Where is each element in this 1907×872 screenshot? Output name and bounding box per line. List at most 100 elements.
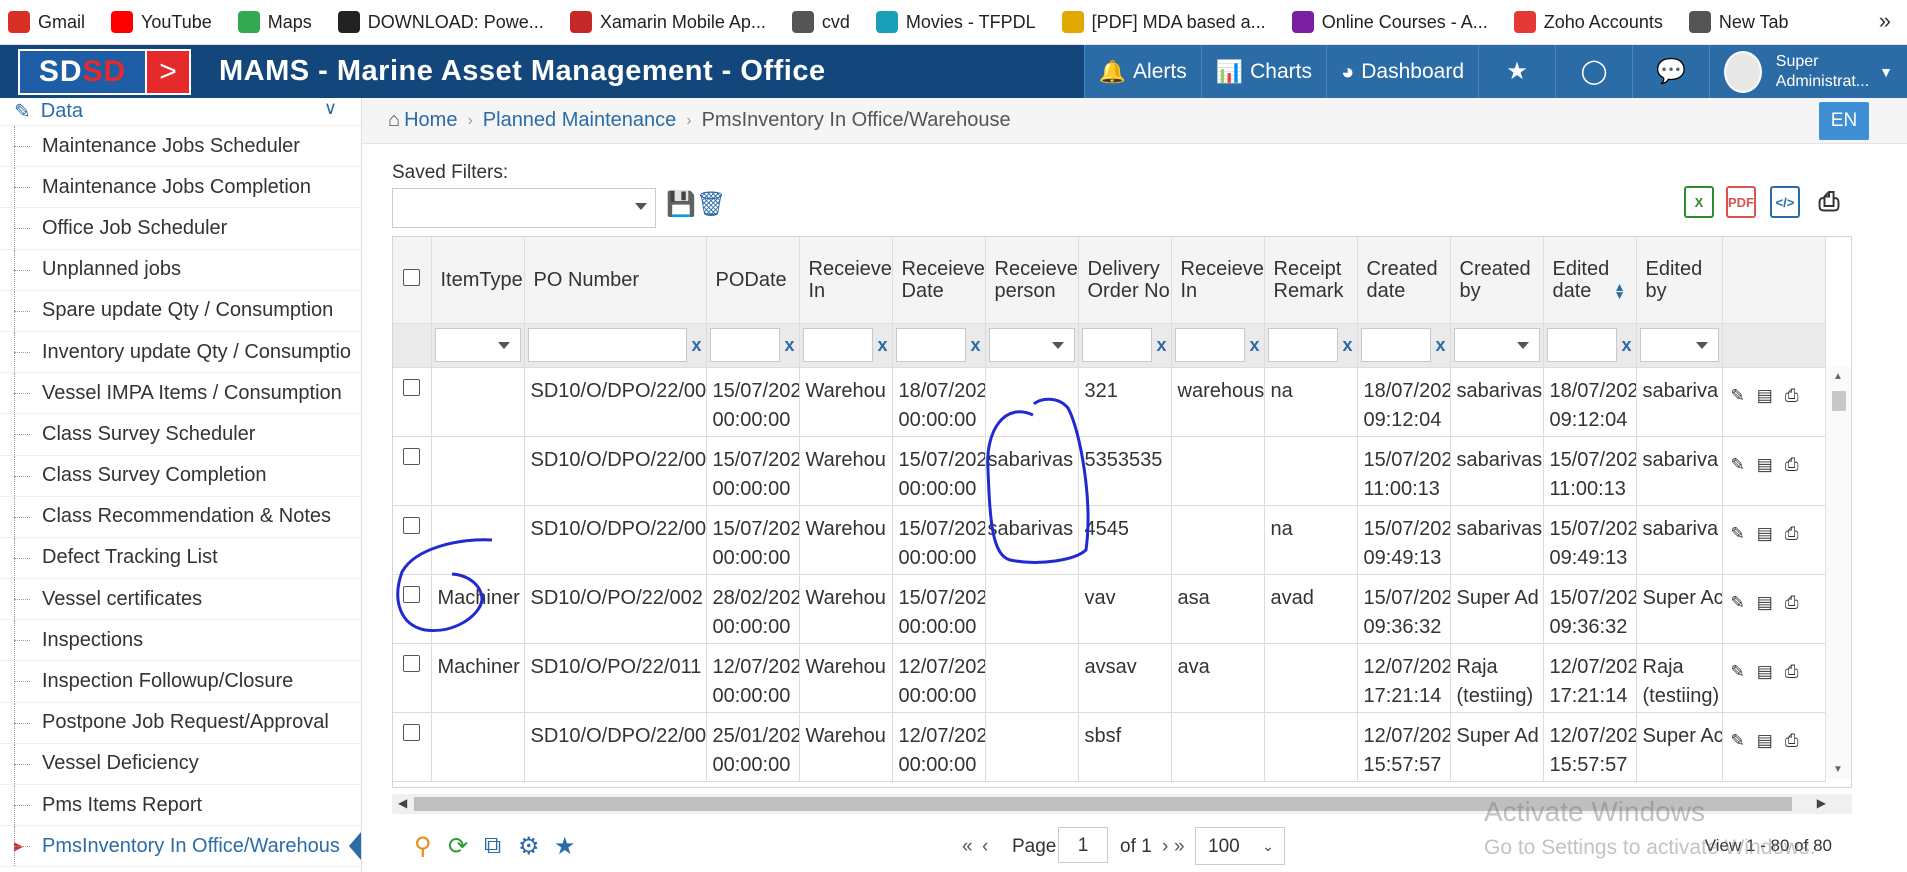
table-row[interactable]: SD10/O/DPO/22/00 15/07/202 00:00:00 Warehou…	[393, 367, 1826, 437]
clear-filter-button[interactable]: x	[1621, 335, 1631, 355]
column-header[interactable]: Receieve In	[799, 237, 893, 324]
details-icon[interactable]: ▤	[1757, 519, 1773, 548]
print-icon[interactable]: ⎙	[1785, 657, 1799, 686]
scroll-left-icon[interactable]: ◀	[398, 796, 407, 810]
export-pdf-icon[interactable]: PDF	[1726, 186, 1756, 218]
table-row[interactable]: Machiner SD10/O/PO/22/011 12/07/202 00:00:0…	[393, 643, 1826, 713]
print-icon[interactable]: ⎙	[1785, 588, 1799, 617]
filter-input[interactable]	[1082, 328, 1153, 362]
column-header[interactable]: ItemType	[431, 237, 525, 324]
copy-icon[interactable]: ⧉	[484, 832, 501, 860]
column-header[interactable]: PO Number	[524, 237, 707, 324]
edit-icon[interactable]: ✎	[1731, 381, 1745, 410]
refresh-icon[interactable]: ⟳	[448, 832, 468, 861]
sidebar-item[interactable]: Inventory update Qty / Consumptio	[0, 331, 361, 374]
row-checkbox[interactable]	[403, 654, 421, 672]
page-size-select[interactable]: 100 ⌄	[1195, 827, 1285, 865]
edit-icon[interactable]: ✎	[1731, 588, 1745, 617]
column-header[interactable]: Receieve In	[1171, 237, 1265, 324]
export-excel-icon[interactable]: X	[1684, 186, 1714, 218]
sidebar-item[interactable]: Defect Tracking List	[0, 537, 361, 580]
column-header[interactable]: Delivery Order No	[1078, 237, 1172, 324]
sort-icon[interactable]: ▲ ▼	[1614, 281, 1626, 301]
scroll-thumb[interactable]	[1832, 391, 1846, 411]
edit-icon[interactable]: ✎	[1731, 726, 1745, 755]
search-icon[interactable]: ⚲	[414, 832, 432, 861]
details-icon[interactable]: ▤	[1757, 381, 1773, 410]
bookmark-item[interactable]: Online Courses - A...	[1291, 11, 1488, 33]
sidebar-section-data[interactable]: ✎ Data ∨	[0, 98, 361, 126]
clear-filter-button[interactable]: x	[1342, 335, 1352, 355]
edit-icon[interactable]: ✎	[1731, 450, 1745, 479]
details-icon[interactable]: ▤	[1757, 726, 1773, 755]
sidebar-item-pmsinventory[interactable]: ▶ PmsInventory In Office/Warehous	[0, 826, 361, 868]
column-header[interactable]: Edited date ▲ ▼	[1543, 237, 1637, 324]
clear-filter-button[interactable]: x	[784, 335, 794, 355]
delete-filter-icon[interactable]: 🗑	[696, 190, 726, 219]
breadcrumb-planned-maintenance[interactable]: Planned Maintenance	[483, 109, 676, 132]
sidebar-item[interactable]: Postpone Job Request/Approval	[0, 702, 361, 744]
alerts-button[interactable]: 🔔 Alerts	[1083, 45, 1201, 98]
table-row[interactable]: SD10/O/DPO/22/00 15/07/202 00:00:00 Warehou…	[393, 436, 1826, 506]
filter-select[interactable]	[434, 328, 521, 362]
export-xml-icon[interactable]: </>	[1770, 186, 1800, 218]
lightbulb-icon[interactable]: ◯	[1555, 45, 1632, 98]
print-icon[interactable]: ⎙	[1785, 381, 1799, 410]
language-button[interactable]: EN	[1819, 102, 1869, 140]
first-page-icon[interactable]: «	[962, 836, 973, 858]
print-icon[interactable]: ⎙	[1814, 186, 1844, 218]
page-input[interactable]: 1	[1058, 827, 1108, 863]
sidebar-item[interactable]: Vessel Deficiency	[0, 743, 361, 785]
clear-filter-button[interactable]: x	[1435, 335, 1445, 355]
filter-input[interactable]	[1547, 328, 1618, 362]
column-header[interactable]: Receieve person	[985, 237, 1079, 324]
column-header[interactable]: Receipt Remark	[1264, 237, 1358, 324]
filter-input[interactable]	[528, 328, 688, 362]
sidebar-item[interactable]: Spare update Qty / Consumption	[0, 290, 361, 332]
filter-input[interactable]	[1268, 328, 1339, 362]
table-row[interactable]: SD10/O/DPO/22/00 15/07/202 00:00:00 Warehou…	[393, 505, 1826, 575]
sidebar-item[interactable]: Inspection Followup/Closure	[0, 661, 361, 703]
chat-icon[interactable]: 💬	[1632, 45, 1709, 98]
print-icon[interactable]: ⎙	[1785, 519, 1799, 548]
gear-icon[interactable]: ⚙	[518, 832, 540, 861]
select-all-checkbox[interactable]	[403, 268, 421, 286]
filter-select[interactable]	[988, 328, 1075, 362]
favorites-star-icon[interactable]: ★	[1478, 45, 1555, 98]
bookmark-item[interactable]: cvd	[791, 11, 850, 33]
filter-input[interactable]	[803, 328, 874, 362]
saved-filters-select[interactable]	[392, 188, 656, 228]
details-icon[interactable]: ▤	[1757, 588, 1773, 617]
vertical-scrollbar[interactable]: ▲ ▼	[1825, 367, 1851, 779]
sidebar-item[interactable]: Office Job Scheduler	[0, 208, 361, 250]
sidebar-item[interactable]: Vessel IMPA Items / Consumption	[0, 373, 361, 415]
column-header[interactable]: Created date	[1357, 237, 1451, 324]
user-menu[interactable]: Super Administrat... ▼	[1709, 45, 1907, 98]
bookmark-item[interactable]: YouTube	[111, 11, 212, 33]
clear-filter-button[interactable]: x	[970, 335, 980, 355]
clear-filter-button[interactable]: x	[877, 335, 887, 355]
column-header[interactable]: Receieve Date	[892, 237, 986, 324]
scroll-up-icon[interactable]: ▲	[1833, 371, 1843, 382]
scroll-down-icon[interactable]: ▼	[1833, 764, 1843, 775]
filter-input[interactable]	[1175, 328, 1246, 362]
row-checkbox[interactable]	[403, 378, 421, 396]
clear-filter-button[interactable]: x	[1249, 335, 1259, 355]
sidebar-item[interactable]: Class Recommendation & Notes	[0, 496, 361, 538]
column-header[interactable]: PODate	[706, 237, 800, 324]
table-row[interactable]: Machiner SD10/O/PO/22/002 28/02/202 00:00:0…	[393, 574, 1826, 644]
bookmark-item[interactable]: Xamarin Mobile Ap...	[569, 11, 766, 33]
sidebar-item[interactable]: Class Survey Completion	[0, 455, 361, 497]
filter-input[interactable]	[710, 328, 781, 362]
sidebar-item[interactable]: Pms Items Report	[0, 785, 361, 827]
sidebar-item[interactable]: Maintenance Jobs Scheduler	[0, 126, 361, 168]
table-row[interactable]: SD10/O/DPO/22/00 25/01/202 00:00:00 Warehou…	[393, 712, 1826, 782]
clear-filter-button[interactable]: x	[1156, 335, 1166, 355]
prev-page-icon[interactable]: ‹	[982, 836, 988, 858]
next-page-icon[interactable]: ›	[1162, 836, 1168, 858]
filter-select[interactable]	[1639, 328, 1719, 362]
clear-filter-button[interactable]: x	[691, 335, 701, 355]
row-checkbox[interactable]	[403, 516, 421, 534]
filter-input[interactable]	[896, 328, 967, 362]
edit-icon[interactable]: ✎	[1731, 657, 1745, 686]
